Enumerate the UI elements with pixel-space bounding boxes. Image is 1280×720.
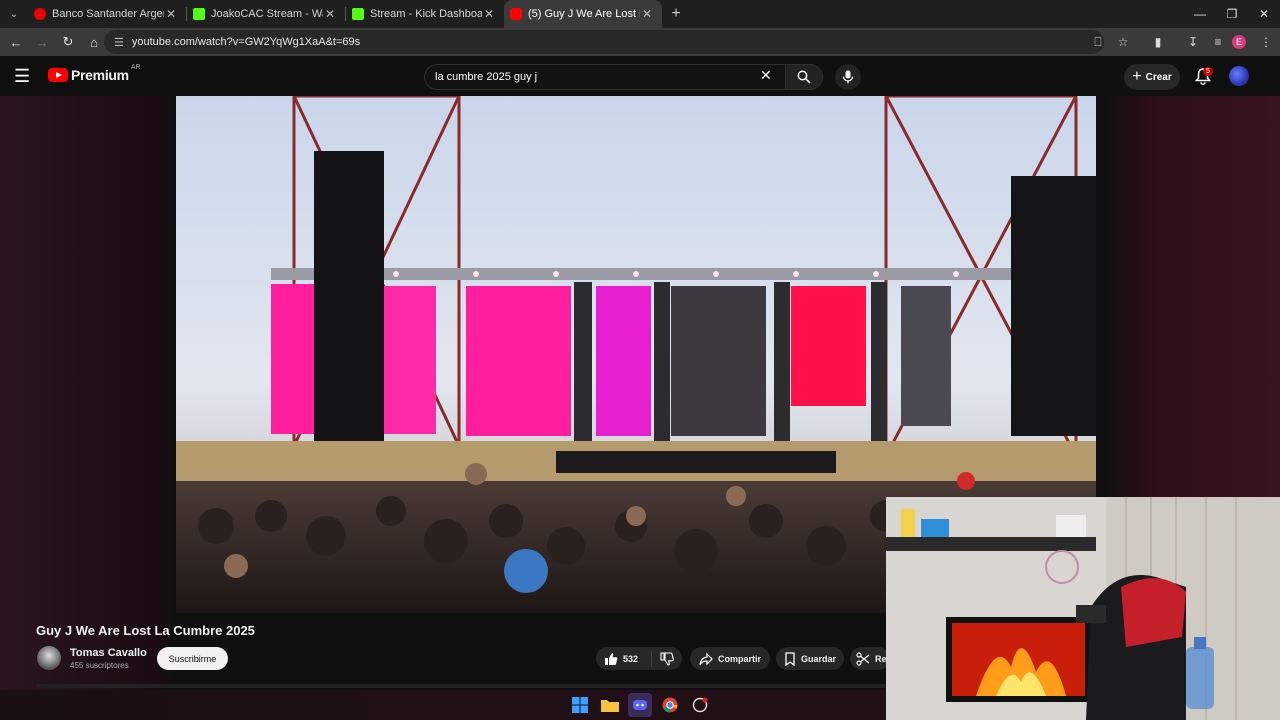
create-button[interactable]: + Crear [1124,64,1180,90]
tab-title: JoakoCAC Stream - Watch Live [211,8,323,20]
site-info-icon[interactable]: ☰ [114,36,124,49]
save-label: Guardar [800,653,836,664]
share-arrow-icon [699,652,713,665]
toolbar-right-icons: ⎕ ☆ ▮ ↧ ≡ E ⋮ [1087,28,1280,56]
bookmark-star-icon[interactable]: ☆ [1112,31,1134,53]
webcam-feed-image [886,497,1280,720]
search-query: la cumbre 2025 guy j [435,71,538,83]
url-text: youtube.com/watch?v=GW2YqWg1XaA&t=69s [131,36,361,48]
tab-kick-dashboard[interactable]: Stream - Kick Dashboard ✕ [346,0,504,28]
chrome-icon[interactable] [658,693,682,717]
youtube-play-logo-icon [48,68,68,82]
subscribe-button[interactable]: Suscribirme [157,647,228,670]
santander-favicon-icon [34,8,46,20]
channel-avatar[interactable] [37,646,61,670]
tab-santander[interactable]: Banco Santander Argentina ✕ [28,0,186,28]
browser-tab-bar: ⌄ Banco Santander Argentina ✕ JoakoCAC S… [0,0,1280,28]
clear-search-icon[interactable]: ✕ [760,67,772,84]
reading-list-icon[interactable]: ≡ [1207,31,1229,53]
subscriber-count: 455 suscriptores [70,661,129,670]
home-icon[interactable]: ⌂ [82,30,106,54]
country-code: AR [130,63,141,71]
minimize-icon[interactable]: — [1184,0,1216,28]
bookmark-icon [785,651,795,666]
voice-search-button[interactable] [835,64,861,90]
address-bar[interactable]: ☰ youtube.com/watch?v=GW2YqWg1XaA&t=69s [104,30,1104,54]
menu-icon[interactable]: ☰ [14,66,36,86]
save-button[interactable]: Guardar [776,647,844,670]
youtube-premium-logo[interactable]: Premium AR [48,63,141,83]
tab-search-chevron-icon[interactable]: ⌄ [0,0,28,28]
file-explorer-icon[interactable] [598,693,622,717]
download-icon[interactable]: ↧ [1182,31,1204,53]
tab-kick-watch[interactable]: JoakoCAC Stream - Watch Live ✕ [187,0,345,28]
share-label: Compartir [717,653,761,664]
tab-title: Stream - Kick Dashboard [370,8,482,20]
video-title: Guy J We Are Lost La Cumbre 2025 [36,623,255,638]
plus-icon: + [1132,68,1142,85]
like-dislike-group: 532 [596,647,682,670]
forward-arrow-icon[interactable]: → [30,30,54,54]
youtube-favicon-icon [510,8,522,20]
webcam-overlay [886,497,1280,720]
description-box-edge [36,684,886,688]
search-button[interactable] [785,64,823,90]
scissors-icon [856,651,870,666]
dislike-button[interactable] [652,651,682,666]
like-count: 532 [623,653,639,664]
install-app-icon[interactable]: ⎕ [1087,31,1109,53]
thumbs-down-icon [660,651,674,666]
logo-wordmark: Premium [71,67,129,83]
tab-youtube-active[interactable]: (5) Guy J We Are Lost La Cumbre ✕ [504,0,662,28]
chrome-menu-icon[interactable]: ⋮ [1255,31,1277,53]
microphone-icon [842,70,854,84]
windows-start-icon[interactable] [568,693,592,717]
clip-button[interactable]: Re [850,647,890,670]
youtube-header: ☰ Premium AR la cumbre 2025 guy j ✕ + Cr… [0,56,1280,96]
profile-avatar[interactable]: E [1232,35,1246,49]
channel-name[interactable]: Tomas Cavallo [70,647,147,659]
window-controls: — ❐ ✕ [1184,0,1280,28]
create-label: Crear [1145,71,1172,83]
share-button[interactable]: Compartir [690,647,770,670]
notification-badge: 5 [1203,67,1213,76]
clip-label: Re [875,653,887,664]
close-tab-icon[interactable]: ✕ [164,7,178,21]
search-icon [797,70,811,84]
thumbs-up-icon [605,652,618,665]
kick-favicon-icon [352,8,364,20]
back-arrow-icon[interactable]: ← [4,30,28,54]
browser-toolbar: ← → ↻ ⌂ ☰ youtube.com/watch?v=GW2YqWg1Xa… [0,28,1280,56]
close-window-icon[interactable]: ✕ [1248,0,1280,28]
close-tab-icon[interactable]: ✕ [323,7,337,21]
like-button[interactable]: 532 [596,651,652,666]
new-tab-icon[interactable]: + [662,5,690,23]
search-input[interactable]: la cumbre 2025 guy j [424,64,785,90]
close-tab-icon[interactable]: ✕ [640,7,654,21]
discord-icon[interactable] [628,693,652,717]
account-avatar[interactable] [1229,66,1249,86]
close-tab-icon[interactable]: ✕ [482,7,496,21]
kick-favicon-icon [193,8,205,20]
reload-icon[interactable]: ↻ [56,30,80,54]
tab-title: Banco Santander Argentina [52,8,164,20]
restore-icon[interactable]: ❐ [1216,0,1248,28]
obs-recording-icon[interactable] [688,693,712,717]
tab-title: (5) Guy J We Are Lost La Cumbre [528,8,640,20]
extensions-icon[interactable]: ▮ [1147,31,1169,53]
